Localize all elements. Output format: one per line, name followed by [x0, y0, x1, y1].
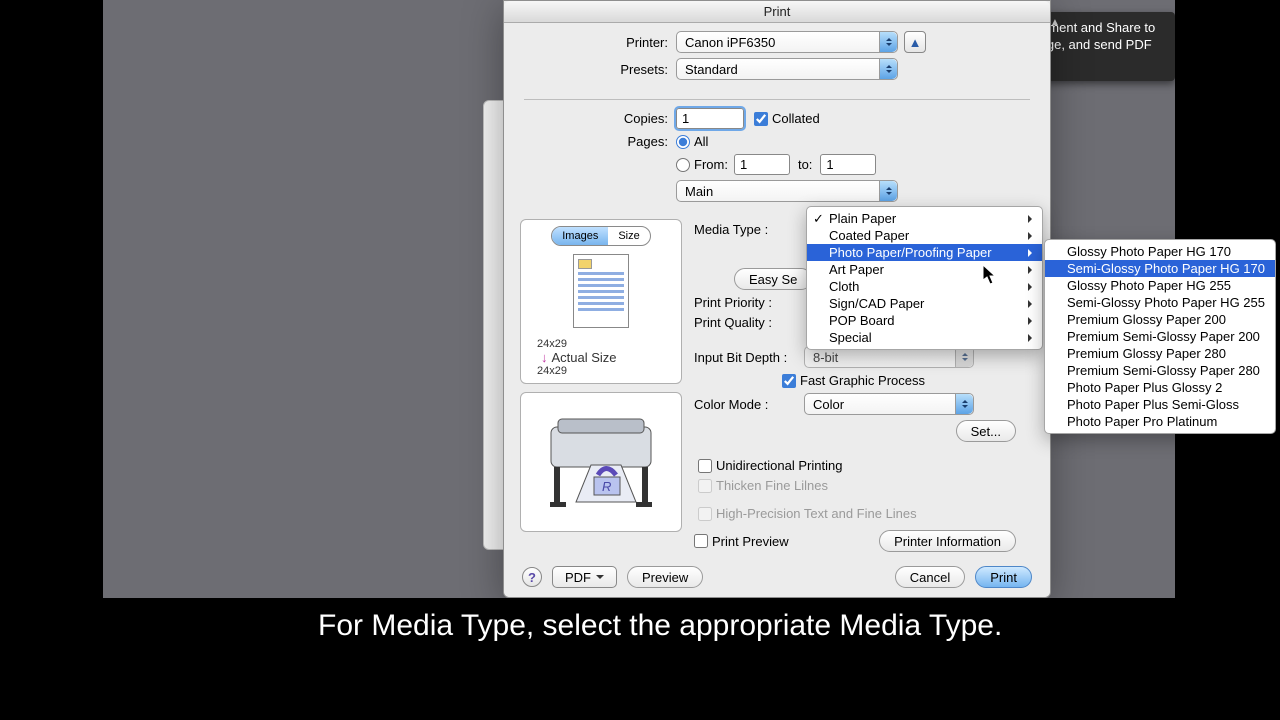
pages-from-radio[interactable]: From:	[676, 157, 728, 172]
bit-depth-label: Input Bit Depth :	[694, 350, 804, 365]
printer-illustration: R	[520, 392, 682, 532]
color-mode-select[interactable]: Color	[804, 393, 974, 415]
printer-label: Printer:	[526, 35, 676, 50]
to-label: to:	[798, 157, 812, 172]
tab-images[interactable]: Images	[552, 227, 608, 245]
media-menu-item[interactable]: Coated Paper	[807, 227, 1042, 244]
media-menu-item[interactable]: ✓Plain Paper	[807, 210, 1042, 227]
help-button[interactable]: ?	[522, 567, 542, 587]
media-menu-item[interactable]: Photo Paper/Proofing Paper	[807, 244, 1042, 261]
cancel-button[interactable]: Cancel	[895, 566, 965, 588]
media-menu-item[interactable]: Cloth	[807, 278, 1042, 295]
media-type-menu[interactable]: ✓Plain PaperCoated PaperPhoto Paper/Proo…	[806, 206, 1043, 350]
media-menu-item[interactable]: Sign/CAD Paper	[807, 295, 1042, 312]
photo-paper-submenu[interactable]: Glossy Photo Paper HG 170Semi-Glossy Pho…	[1044, 239, 1276, 434]
page-dim-bottom: 24x29	[537, 365, 567, 377]
subtitle-caption: For Media Type, select the appropriate M…	[318, 607, 1280, 645]
chevron-up-icon: ▲	[1050, 16, 1060, 29]
collated-checkbox[interactable]: Collated	[754, 111, 820, 126]
print-preview-checkbox[interactable]: Print Preview	[694, 534, 789, 549]
submenu-item[interactable]: Premium Glossy Paper 200	[1045, 311, 1275, 328]
copies-label: Copies:	[526, 111, 676, 126]
desktop-background: ▲ Click on Comment and Share to create, …	[103, 0, 1175, 598]
printer-info-button[interactable]: Printer Information	[879, 530, 1016, 552]
tab-size[interactable]: Size	[608, 227, 649, 245]
submenu-item[interactable]: Premium Semi-Glossy Paper 200	[1045, 328, 1275, 345]
set-button[interactable]: Set...	[956, 420, 1016, 442]
media-type-label: Media Type :	[694, 222, 804, 237]
printer-select[interactable]: Canon iPF6350	[676, 31, 898, 53]
page-to-input[interactable]	[820, 154, 876, 175]
preview-button[interactable]: Preview	[627, 566, 703, 588]
print-quality-label: Print Quality :	[694, 315, 804, 330]
fast-graphic-checkbox[interactable]	[782, 374, 796, 388]
submenu-item[interactable]: Glossy Photo Paper HG 255	[1045, 277, 1275, 294]
high-precision-checkbox	[698, 507, 712, 521]
print-priority-label: Print Priority :	[694, 295, 804, 310]
panel-select[interactable]: Main	[676, 180, 898, 202]
submenu-item[interactable]: Photo Paper Plus Semi-Gloss	[1045, 396, 1275, 413]
easy-settings-button[interactable]: Easy Se	[734, 268, 812, 290]
expand-button[interactable]: ▲	[904, 31, 926, 53]
submenu-item[interactable]: Premium Semi-Glossy Paper 280	[1045, 362, 1275, 379]
thicken-checkbox	[698, 479, 712, 493]
submenu-item[interactable]: Photo Paper Pro Platinum	[1045, 413, 1275, 430]
submenu-item[interactable]: Glossy Photo Paper HG 170	[1045, 243, 1275, 260]
submenu-item[interactable]: Semi-Glossy Photo Paper HG 255	[1045, 294, 1275, 311]
pages-label: Pages:	[526, 134, 676, 149]
copies-input[interactable]	[676, 108, 744, 129]
page-from-input[interactable]	[734, 154, 790, 175]
page-thumbnail	[573, 254, 629, 328]
presets-select[interactable]: Standard	[676, 58, 898, 80]
preview-pane: Images Size 24x29 ↓ Actual Size 24x29	[520, 219, 682, 384]
media-menu-item[interactable]: Special	[807, 329, 1042, 346]
color-mode-label: Color Mode :	[694, 397, 804, 412]
page-dim-top: 24x29	[537, 338, 567, 350]
media-menu-item[interactable]: Art Paper	[807, 261, 1042, 278]
submenu-item[interactable]: Semi-Glossy Photo Paper HG 170	[1045, 260, 1275, 277]
preview-tabs[interactable]: Images Size	[551, 226, 650, 246]
submenu-item[interactable]: Premium Glossy Paper 280	[1045, 345, 1275, 362]
svg-text:R: R	[602, 479, 611, 494]
pages-all-radio[interactable]: All	[676, 134, 708, 149]
pdf-button[interactable]: PDF	[552, 566, 617, 588]
submenu-item[interactable]: Photo Paper Plus Glossy 2	[1045, 379, 1275, 396]
arrow-down-icon: ↓	[541, 350, 548, 365]
presets-label: Presets:	[526, 62, 676, 77]
print-button[interactable]: Print	[975, 566, 1032, 588]
actual-size-label: Actual Size	[552, 350, 617, 365]
media-menu-item[interactable]: POP Board	[807, 312, 1042, 329]
unidirectional-checkbox[interactable]	[698, 459, 712, 473]
dialog-title: Print	[504, 1, 1050, 23]
